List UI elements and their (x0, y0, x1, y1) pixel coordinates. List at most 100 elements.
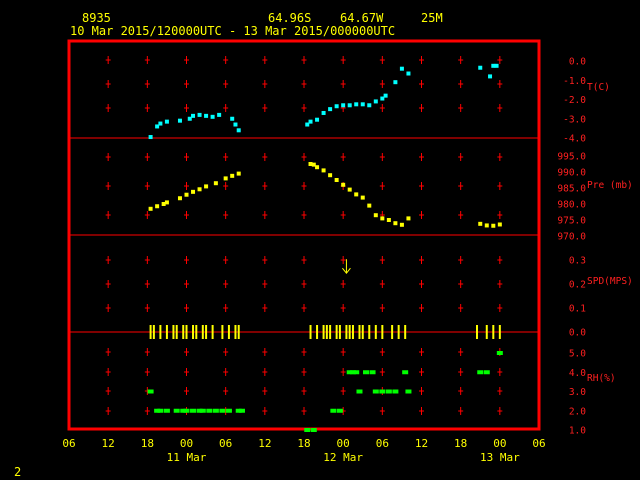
x-tick-label: 06 (376, 437, 389, 450)
page-number: 2 (14, 465, 21, 479)
pressure-point (213, 181, 218, 186)
temp-point (406, 71, 411, 76)
temp-point (347, 103, 352, 108)
pressure-point (478, 221, 483, 226)
x-tick-label: 12 (258, 437, 271, 450)
rh-point (190, 408, 197, 413)
temp-point (177, 118, 182, 123)
pressure-axis-label: Pre (mb) (587, 180, 633, 191)
rh-point (147, 389, 154, 394)
pressure-point (497, 222, 502, 227)
temp-point (383, 93, 388, 98)
pressure-tick-label: 970.0 (557, 232, 586, 243)
pressure-point (204, 184, 209, 189)
rh-point (330, 408, 337, 413)
rh-point (212, 408, 219, 413)
x-tick-label: 18 (141, 437, 154, 450)
rh-point (238, 408, 245, 413)
temp-point (210, 114, 215, 119)
pressure-point (386, 218, 391, 222)
pressure-point (223, 176, 228, 181)
speed-tick-label: 0.1 (569, 304, 586, 315)
rh-point (163, 408, 170, 413)
x-tick-label: 06 (219, 437, 232, 450)
temp-point (354, 102, 359, 107)
rh-point (225, 408, 232, 413)
temp-tick-label: 0.0 (569, 57, 586, 68)
pressure-point (148, 206, 153, 211)
rh-point (356, 389, 363, 394)
pressure-point (197, 187, 202, 192)
temp-point (236, 128, 241, 133)
rh-point (477, 370, 484, 375)
temp-point (204, 113, 209, 118)
temp-point (373, 99, 378, 104)
pressure-point (393, 221, 398, 226)
rh-point (405, 389, 412, 394)
rh-point (206, 408, 213, 413)
header: 8935 64.96S 64.67W 25M 10 Mar 2015/12000… (70, 11, 443, 38)
temp-point (367, 103, 372, 108)
pressure-point (230, 173, 235, 178)
pressure-point (334, 178, 339, 182)
x-tick-label: 00 (337, 437, 350, 450)
temp-point (197, 112, 202, 117)
pressure-point (367, 203, 372, 208)
pressure-point (406, 216, 411, 221)
rh-point (385, 389, 392, 394)
temp-axis-label: T(C) (587, 82, 610, 93)
pressure-point (164, 200, 169, 205)
temp-point (164, 119, 169, 124)
rh-point (353, 370, 360, 375)
rh-tick-label: 5.0 (569, 349, 586, 360)
x-tick-label: 12 (102, 437, 115, 450)
rh-point (219, 408, 226, 413)
temp-point (334, 104, 339, 109)
temp-tick-label: -4.0 (563, 134, 586, 145)
x-tick-label: 18 (297, 437, 310, 450)
temp-point (158, 121, 163, 126)
rh-point (372, 389, 379, 394)
pressure-point (155, 204, 160, 209)
station-elev: 25M (421, 11, 443, 25)
pressure-tick-label: 985.0 (557, 184, 586, 195)
pressure-point (484, 223, 489, 228)
pressure-point (373, 213, 378, 218)
rh-point (310, 428, 317, 432)
x-date-label: 13 Mar (480, 451, 520, 464)
pressure-point (380, 216, 385, 221)
station-id: 8935 (82, 11, 111, 25)
pressure-point (191, 189, 196, 194)
rh-tick-label: 3.0 (569, 387, 586, 398)
pressure-tick-label: 975.0 (557, 216, 586, 227)
rh-point (369, 370, 376, 375)
pressure-point (341, 182, 346, 187)
temp-point (341, 103, 346, 108)
rh-tick-label: 1.0 (569, 426, 586, 437)
temp-tick-label: -1.0 (563, 76, 586, 87)
rh-axis-label: RH(%) (587, 373, 616, 384)
x-tick-label: 06 (62, 437, 75, 450)
pressure-tick-label: 980.0 (557, 200, 586, 211)
rh-tick-label: 2.0 (569, 406, 586, 417)
rh-point (336, 408, 343, 413)
x-date-label: 12 Mar (323, 451, 363, 464)
temp-point (308, 119, 313, 124)
speed-tick-label: 0.2 (569, 280, 586, 291)
speed-tick-label: 0.3 (569, 256, 586, 267)
temp-point (230, 116, 235, 121)
pressure-point (399, 222, 404, 227)
pressure-point (491, 223, 496, 228)
speed-axis-label: SPD(MPS) (587, 276, 633, 287)
x-tick-label: 06 (532, 437, 545, 450)
pressure-point (236, 171, 241, 176)
pressure-point (315, 165, 320, 170)
rh-point (392, 389, 399, 394)
rh-point (183, 408, 190, 413)
temp-point (494, 63, 499, 68)
pressure-point (328, 173, 333, 178)
station-lon: 64.67W (340, 11, 384, 25)
rh-point (173, 408, 180, 413)
rh-point (483, 370, 490, 375)
temp-point (217, 112, 222, 117)
